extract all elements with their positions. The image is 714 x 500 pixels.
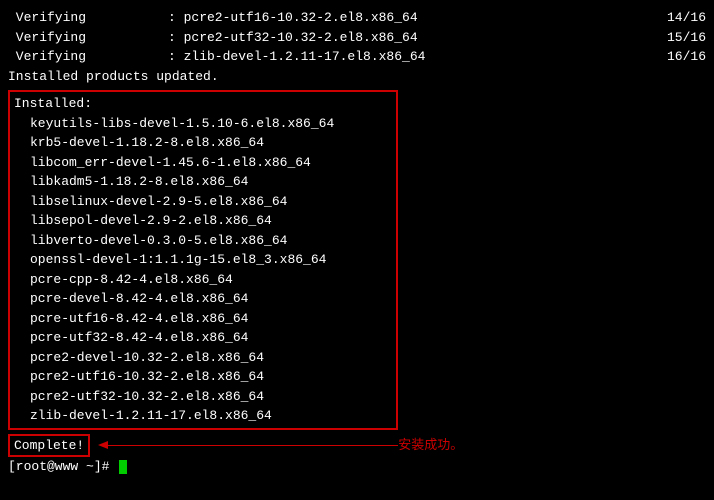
installed-item: pcre-cpp-8.42-4.el8.x86_64 — [14, 270, 392, 290]
installed-item: libverto-devel-0.3.0-5.el8.x86_64 — [14, 231, 392, 251]
verify-count: 16/16 — [667, 47, 706, 67]
installed-item: libcom_err-devel-1.45.6-1.el8.x86_64 — [14, 153, 392, 173]
verify-package: : pcre2-utf16-10.32-2.el8.x86_64 — [168, 8, 667, 28]
arrow-head-icon — [98, 441, 108, 449]
products-updated-line: Installed products updated. — [8, 67, 706, 87]
installed-item: zlib-devel-1.2.11-17.el8.x86_64 — [14, 406, 392, 426]
installed-item: pcre2-utf16-10.32-2.el8.x86_64 — [14, 367, 392, 387]
verify-package: : pcre2-utf32-10.32-2.el8.x86_64 — [168, 28, 667, 48]
verify-package: : zlib-devel-1.2.11-17.el8.x86_64 — [168, 47, 667, 67]
terminal-output: Verifying : pcre2-utf16-10.32-2.el8.x86_… — [8, 8, 706, 477]
installed-header: Installed: — [14, 94, 392, 114]
installed-item: openssl-devel-1:1.1.1g-15.el8_3.x86_64 — [14, 250, 392, 270]
installed-item: pcre-utf32-8.42-4.el8.x86_64 — [14, 328, 392, 348]
complete-row: Complete! 安装成功。 — [8, 434, 706, 458]
installed-item: pcre2-utf32-10.32-2.el8.x86_64 — [14, 387, 392, 407]
installed-item: pcre-devel-8.42-4.el8.x86_64 — [14, 289, 392, 309]
installed-item: pcre-utf16-8.42-4.el8.x86_64 — [14, 309, 392, 329]
verify-row: Verifying : zlib-devel-1.2.11-17.el8.x86… — [8, 47, 706, 67]
installed-item: libselinux-devel-2.9-5.el8.x86_64 — [14, 192, 392, 212]
verify-label: Verifying — [8, 47, 168, 67]
installed-box: Installed: keyutils-libs-devel-1.5.10-6.… — [8, 90, 398, 430]
complete-box: Complete! — [8, 434, 90, 458]
verify-count: 15/16 — [667, 28, 706, 48]
verify-count: 14/16 — [667, 8, 706, 28]
verify-label: Verifying — [8, 8, 168, 28]
installed-item: pcre2-devel-10.32-2.el8.x86_64 — [14, 348, 392, 368]
prompt-text: [root@www ~]# — [8, 457, 117, 477]
installed-item: krb5-devel-1.18.2-8.el8.x86_64 — [14, 133, 392, 153]
installed-item: libsepol-devel-2.9-2.el8.x86_64 — [14, 211, 392, 231]
installed-item: keyutils-libs-devel-1.5.10-6.el8.x86_64 — [14, 114, 392, 134]
installed-item: libkadm5-1.18.2-8.el8.x86_64 — [14, 172, 392, 192]
shell-prompt[interactable]: [root@www ~]# — [8, 457, 706, 477]
annotation-text: 安装成功。 — [398, 436, 463, 456]
cursor-icon — [119, 460, 127, 474]
annotation-arrow — [98, 441, 398, 449]
verify-row: Verifying : pcre2-utf16-10.32-2.el8.x86_… — [8, 8, 706, 28]
verify-label: Verifying — [8, 28, 168, 48]
verify-row: Verifying : pcre2-utf32-10.32-2.el8.x86_… — [8, 28, 706, 48]
arrow-shaft-icon — [108, 445, 398, 446]
complete-text: Complete! — [14, 438, 84, 453]
